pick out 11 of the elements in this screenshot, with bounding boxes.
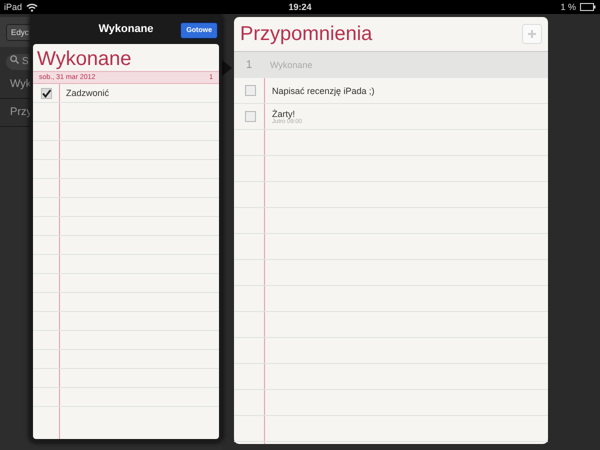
reminder-title: Zadzwonić [66, 88, 110, 98]
reminder-title: Żarty! [272, 108, 296, 118]
completed-count: 1 [244, 59, 254, 71]
clock-time: 19:24 [288, 2, 312, 12]
list-title: Wykonane [36, 47, 132, 71]
reminder-title: Napisać recenzję iPada ;) [272, 86, 375, 96]
battery-percent: 1 % [560, 2, 576, 12]
popover-title: Wykonane [98, 23, 154, 35]
device-name: iPad [4, 2, 22, 12]
completed-label: Wykonane [269, 60, 312, 70]
list-title: Przypomnienia [240, 22, 372, 46]
